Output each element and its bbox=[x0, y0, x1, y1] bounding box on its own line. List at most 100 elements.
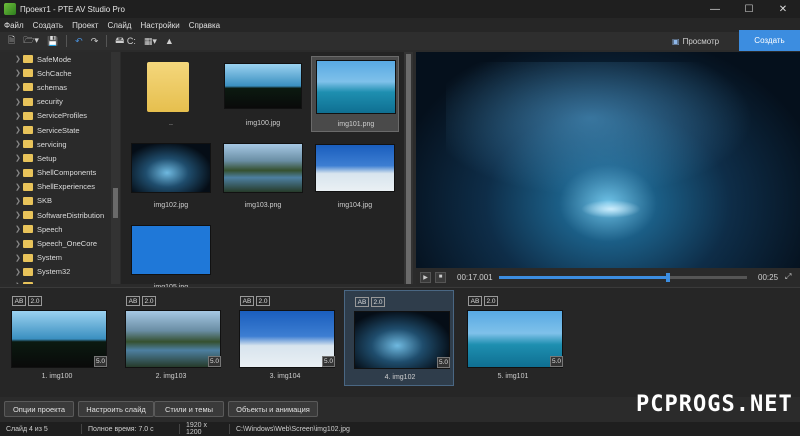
menu-create[interactable]: Создать bbox=[33, 21, 63, 30]
slide-item[interactable]: AB 2.0 5.0 1. img100 bbox=[2, 290, 112, 386]
menu-file[interactable]: Файл bbox=[4, 21, 24, 30]
view-mode-icon[interactable]: ▦▾ bbox=[144, 34, 157, 48]
tree-item-label: System32 bbox=[37, 267, 71, 277]
slide-item[interactable]: AB 2.0 5.0 4. img102 bbox=[344, 290, 454, 386]
expand-arrow-icon[interactable]: ❯ bbox=[15, 140, 21, 148]
transition-duration[interactable]: 2.0 bbox=[142, 296, 156, 306]
tree-item[interactable]: ❯ SchCache bbox=[0, 66, 120, 80]
tree-item[interactable]: ❯ security bbox=[0, 95, 120, 109]
transition-ab-badge[interactable]: AB bbox=[355, 297, 369, 307]
expand-arrow-icon[interactable]: ❯ bbox=[15, 211, 21, 219]
file-thumbnail[interactable]: img102.jpg bbox=[127, 138, 215, 214]
tree-scrollbar-thumb[interactable] bbox=[113, 188, 118, 218]
expand-arrow-icon[interactable]: ❯ bbox=[15, 69, 21, 77]
transition-duration[interactable]: 2.0 bbox=[28, 296, 42, 306]
tree-item[interactable]: ❯ servicing bbox=[0, 137, 120, 151]
file-thumbnail[interactable]: img104.jpg bbox=[311, 138, 399, 214]
expand-arrow-icon[interactable]: ❯ bbox=[15, 55, 21, 63]
slide-thumbnail bbox=[239, 310, 335, 368]
slide-item[interactable]: AB 2.0 5.0 2. img103 bbox=[116, 290, 226, 386]
maximize-icon[interactable]: ☐ bbox=[732, 0, 766, 18]
transition-ab-badge[interactable]: AB bbox=[12, 296, 26, 306]
tree-item[interactable]: ❯ ServiceState bbox=[0, 123, 120, 137]
slide-duration[interactable]: 5.0 bbox=[94, 356, 107, 367]
expand-arrow-icon[interactable]: ❯ bbox=[15, 282, 21, 284]
expand-arrow-icon[interactable]: ❯ bbox=[15, 183, 21, 191]
expand-arrow-icon[interactable]: ❯ bbox=[15, 169, 21, 177]
slide-duration[interactable]: 5.0 bbox=[208, 356, 221, 367]
up-icon[interactable]: ▲ bbox=[165, 34, 174, 48]
file-thumbnail[interactable]: img105.jpg bbox=[127, 220, 215, 296]
create-button[interactable]: Создать bbox=[739, 30, 800, 51]
folder-icon bbox=[23, 111, 33, 120]
tree-item[interactable]: ❯ ServiceProfiles bbox=[0, 109, 120, 123]
tree-item[interactable]: ❯ ShellComponents bbox=[0, 166, 120, 180]
menu-help[interactable]: Справка bbox=[189, 21, 220, 30]
play-icon[interactable]: ▶ bbox=[420, 271, 431, 283]
transition-duration[interactable]: 2.0 bbox=[371, 297, 385, 307]
preview-button[interactable]: ▣ Просмотр bbox=[672, 33, 719, 49]
tree-scrollbar[interactable] bbox=[111, 52, 120, 284]
slide-duration[interactable]: 5.0 bbox=[322, 356, 335, 367]
seek-slider[interactable] bbox=[499, 273, 747, 282]
tree-item[interactable]: ❯ SafeMode bbox=[0, 52, 120, 66]
expand-arrow-icon[interactable]: ❯ bbox=[15, 98, 21, 106]
file-thumbnail[interactable]: img101.png bbox=[311, 56, 399, 132]
folder-icon bbox=[23, 267, 33, 276]
total-time: 00:25 bbox=[758, 272, 779, 282]
menu-project[interactable]: Проект bbox=[72, 21, 98, 30]
files-scrollbar-thumb[interactable] bbox=[406, 54, 411, 284]
save-icon[interactable]: 💾 bbox=[47, 34, 58, 48]
transition-ab-badge[interactable]: AB bbox=[468, 296, 482, 306]
open-folder-icon[interactable]: 🗁▾ bbox=[23, 34, 39, 48]
transition-ab-badge[interactable]: AB bbox=[126, 296, 140, 306]
tree-item[interactable]: ❯ ShellExperiences bbox=[0, 180, 120, 194]
objects-animation-button[interactable]: Объекты и анимация bbox=[228, 401, 318, 417]
file-thumbnail[interactable]: img103.png bbox=[219, 138, 307, 214]
minimize-icon[interactable]: — bbox=[698, 0, 732, 18]
seek-handle[interactable] bbox=[665, 273, 670, 282]
slide-duration[interactable]: 5.0 bbox=[437, 357, 450, 368]
tree-item[interactable]: ❯ Speech_OneCore bbox=[0, 236, 120, 250]
expand-arrow-icon[interactable]: ❯ bbox=[15, 154, 21, 162]
tree-item[interactable]: ❯ System32 bbox=[0, 265, 120, 279]
file-thumbnail[interactable]: img100.jpg bbox=[219, 56, 307, 132]
undo-icon[interactable]: ↶ bbox=[75, 34, 83, 48]
transition-duration[interactable]: 2.0 bbox=[256, 296, 270, 306]
expand-arrow-icon[interactable]: ❯ bbox=[15, 225, 21, 233]
tree-item[interactable]: ❯ SKB bbox=[0, 194, 120, 208]
slide-setup-button[interactable]: Настроить слайд bbox=[78, 401, 154, 417]
fullscreen-icon[interactable]: ⤢ bbox=[785, 272, 791, 282]
slide-item[interactable]: AB 2.0 5.0 3. img104 bbox=[230, 290, 340, 386]
expand-arrow-icon[interactable]: ❯ bbox=[15, 83, 21, 91]
menu-settings[interactable]: Настройки bbox=[140, 21, 179, 30]
expand-arrow-icon[interactable]: ❯ bbox=[15, 126, 21, 134]
tree-item[interactable]: ❯ Setup bbox=[0, 151, 120, 165]
redo-icon[interactable]: ↷ bbox=[91, 34, 99, 48]
expand-arrow-icon[interactable]: ❯ bbox=[15, 254, 21, 262]
expand-arrow-icon[interactable]: ❯ bbox=[15, 112, 21, 120]
transition-ab-badge[interactable]: AB bbox=[240, 296, 254, 306]
files-scrollbar[interactable] bbox=[404, 52, 413, 284]
expand-arrow-icon[interactable]: ❯ bbox=[15, 268, 21, 276]
styles-themes-button[interactable]: Стили и темы bbox=[154, 401, 224, 417]
tree-item[interactable]: ❯ System bbox=[0, 251, 120, 265]
expand-arrow-icon[interactable]: ❯ bbox=[15, 197, 21, 205]
project-options-button[interactable]: Опции проекта bbox=[4, 401, 74, 417]
tree-item[interactable]: ❯ schemas bbox=[0, 80, 120, 94]
new-file-icon[interactable]: 🗎 bbox=[8, 34, 15, 48]
slide-item[interactable]: AB 2.0 5.0 5. img101 bbox=[458, 290, 568, 386]
tree-item[interactable]: ❯ SystemApps bbox=[0, 279, 120, 284]
file-thumbnail[interactable]: .. bbox=[127, 56, 215, 132]
tree-item[interactable]: ❯ SoftwareDistribution bbox=[0, 208, 120, 222]
tree-item[interactable]: ❯ Speech bbox=[0, 222, 120, 236]
tree-item-label: Setup bbox=[37, 153, 57, 163]
stop-icon[interactable]: ■ bbox=[435, 271, 446, 283]
close-icon[interactable]: ✕ bbox=[766, 0, 800, 18]
drive-selector[interactable]: 🖴 C: bbox=[115, 34, 136, 48]
slide-label: 2. img103 bbox=[155, 373, 187, 380]
slide-duration[interactable]: 5.0 bbox=[550, 356, 563, 367]
menu-slide[interactable]: Слайд bbox=[107, 21, 131, 30]
expand-arrow-icon[interactable]: ❯ bbox=[15, 240, 21, 248]
transition-duration[interactable]: 2.0 bbox=[484, 296, 498, 306]
